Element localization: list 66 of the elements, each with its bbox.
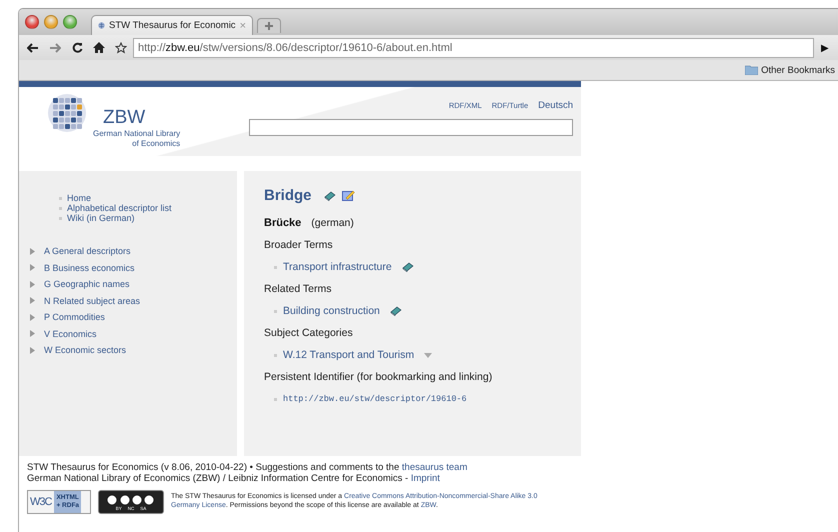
book-icon[interactable] <box>390 306 402 316</box>
book-icon[interactable] <box>402 262 414 272</box>
home-icon <box>93 42 105 53</box>
tree-item[interactable]: G Geographic names <box>44 279 130 290</box>
tab-title: STW Thesaurus for Economic <box>109 20 236 31</box>
go-button[interactable]: ▶ <box>816 38 834 56</box>
link[interactable]: thesaurus team <box>402 462 468 473</box>
descriptor-title: Bridge <box>264 187 312 204</box>
close-window-button[interactable] <box>25 15 39 29</box>
uri-link[interactable]: http://zbw.eu/stw/descriptor/19610-6 <box>283 394 467 404</box>
back-icon <box>27 42 39 52</box>
footer-text: German National Library of Economics (ZBW) / Leibniz Information Centre for Economics - Imprint <box>27 473 441 484</box>
plus-icon <box>265 22 273 30</box>
bullet-icon <box>59 216 62 220</box>
nav-link[interactable]: Alphabetical descriptor list <box>67 203 172 213</box>
link[interactable]: Imprint <box>410 473 440 484</box>
header-link[interactable]: Deutsch <box>538 100 573 111</box>
globe-icon <box>98 20 106 31</box>
expand-icon[interactable] <box>29 297 35 304</box>
browser-tab[interactable]: STW Thesaurus for Economic × <box>91 15 253 35</box>
search-field[interactable] <box>249 119 573 136</box>
term-link[interactable]: Building construction <box>283 305 380 317</box>
edit-icon[interactable] <box>342 190 355 201</box>
logo-text: ZBW <box>103 107 146 129</box>
bullet-icon <box>59 196 62 200</box>
expand-icon[interactable] <box>29 330 35 338</box>
section-heading: Broader Terms <box>264 239 333 251</box>
dropdown-caret-icon[interactable] <box>424 352 432 358</box>
section-heading: Subject Categories <box>264 327 353 339</box>
alt-label: Brücke <box>264 217 302 229</box>
expand-icon[interactable] <box>29 314 35 321</box>
tree-item[interactable]: P Commodities <box>44 312 105 322</box>
new-tab-button[interactable] <box>257 18 281 33</box>
address-field[interactable]: http://zbw.eu/stw/versions/8.06/descriptor/19610-6/about.en.html <box>133 38 814 58</box>
tree-item[interactable]: A General descriptors <box>44 246 131 256</box>
bookmarks-folder[interactable]: Other Bookmarks <box>745 64 835 76</box>
book-icon[interactable] <box>324 190 336 200</box>
bullet-icon <box>59 206 62 210</box>
section-heading: Persistent Identifier (for bookmarking and linking) <box>264 371 492 383</box>
forward-icon <box>49 42 61 52</box>
term-link[interactable]: W.12 Transport and Tourism <box>283 349 414 361</box>
tree-item[interactable]: N Related subject areas <box>44 296 140 306</box>
expand-icon[interactable] <box>29 264 35 272</box>
bullet-icon <box>274 310 277 312</box>
language-label: (german) <box>311 217 354 229</box>
bullet-icon <box>274 398 277 400</box>
nav-link[interactable]: Wiki (in German) <box>67 213 135 223</box>
expand-icon[interactable] <box>29 248 35 255</box>
tree-item[interactable]: B Business economics <box>44 262 135 273</box>
reload-icon <box>72 42 82 53</box>
zoom-window-button[interactable] <box>63 15 77 29</box>
nav-link[interactable]: Home <box>67 193 92 203</box>
expand-icon[interactable] <box>29 280 35 288</box>
folder-icon <box>745 65 758 75</box>
bullet-icon <box>274 354 277 356</box>
bullet-icon <box>274 266 277 268</box>
footer-text: STW Thesaurus for Economics (v 8.06, 2010-04-22) • Suggestions and comments to the thesaurus team <box>27 462 468 473</box>
logo-subtitle: of Economics <box>132 139 180 149</box>
term-link[interactable]: Transport infrastructure <box>283 261 392 273</box>
minimize-window-button[interactable] <box>44 15 58 29</box>
star-icon <box>115 42 127 54</box>
tree-item[interactable]: V Economics <box>44 328 97 339</box>
section-heading: Related Terms <box>264 283 332 295</box>
expand-icon[interactable] <box>29 346 35 354</box>
logo-subtitle: German National Library <box>93 129 180 139</box>
tree-item[interactable]: W Economic sectors <box>44 345 126 356</box>
